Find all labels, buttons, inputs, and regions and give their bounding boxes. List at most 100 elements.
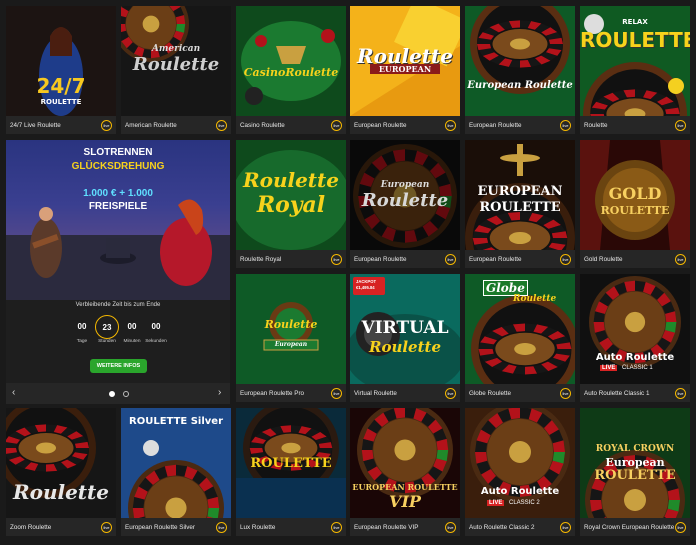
game-thumbnail[interactable]: Roulette European <box>236 274 346 384</box>
game-card[interactable]: American Roulette American Roulette live <box>121 6 231 134</box>
promo-offer-line2: FREISPIELE <box>88 201 148 212</box>
promo-image: SLOTRENNEN GLÜCKSDREHUNG 1.000 € + 1.000… <box>6 140 230 300</box>
game-info-bar: Royal Crown European Roulette live <box>580 518 690 536</box>
promo-title-line2: GLÜCKSDREHUNG <box>71 161 165 172</box>
demo-icon[interactable]: live <box>560 521 571 533</box>
game-card[interactable]: CasinoRoulette Casino Roulette live <box>236 6 346 134</box>
game-info-bar: Globe Roulette live <box>465 384 575 402</box>
game-thumbnail[interactable]: EUROPEAN ROULETTE VIP <box>350 408 460 518</box>
game-card[interactable]: 24/7 ROULETTE 24/7 Live Roulette live <box>6 6 116 134</box>
demo-icon[interactable]: live <box>331 253 342 265</box>
game-brand: RELAX <box>622 18 648 26</box>
demo-icon[interactable]: live <box>331 387 342 399</box>
game-subtitle: ROULETTE <box>600 204 670 217</box>
game-name: European Roulette VIP <box>354 523 419 531</box>
game-thumbnail[interactable]: 24/7 ROULETTE <box>6 6 116 116</box>
game-name: Lux Roulette <box>240 523 276 531</box>
demo-icon[interactable]: live <box>101 521 112 533</box>
demo-icon[interactable]: live <box>675 387 686 399</box>
game-card[interactable]: European Roulette European Roulette live <box>350 140 460 268</box>
demo-icon[interactable]: live <box>445 253 456 265</box>
game-name: Globe Roulette <box>469 389 512 397</box>
game-subtitle: Roulette <box>368 338 442 356</box>
demo-icon[interactable]: live <box>445 387 456 399</box>
game-card[interactable]: ROYAL CROWN European ROULETTE Royal Crow… <box>580 408 690 536</box>
game-title: ROULETTE <box>250 456 332 471</box>
game-name: Casino Roulette <box>240 121 285 129</box>
game-brand: ROYAL CROWN <box>595 444 675 454</box>
carousel-dot-1[interactable] <box>109 391 115 397</box>
more-info-button[interactable]: WEITERE INFOS <box>90 359 147 373</box>
countdown-seconds: 00 Sekunden <box>145 322 167 344</box>
game-thumbnail[interactable]: ROULETTE <box>236 408 346 518</box>
game-card[interactable]: Auto Roulette LIVE CLASSIC 1 Auto Roulet… <box>580 274 690 402</box>
carousel-dot-2[interactable] <box>123 391 129 397</box>
demo-icon[interactable]: live <box>216 119 227 131</box>
game-card[interactable]: EUROPEAN ROULETTE European Roulette live <box>465 140 575 268</box>
game-card[interactable]: JACKPOT €1,495.84 VIRTUAL Roulette Virtua… <box>350 274 460 402</box>
game-card[interactable]: RELAX ROULETTE Roulette live <box>580 6 690 134</box>
game-info-bar: Lux Roulette live <box>236 518 346 536</box>
demo-icon[interactable]: live <box>675 119 686 131</box>
game-info-bar: Auto Roulette Classic 2 live <box>465 518 575 536</box>
chevron-right-icon[interactable]: › <box>218 387 221 398</box>
demo-icon[interactable]: live <box>101 119 112 131</box>
game-name: European Roulette <box>354 121 407 129</box>
game-thumbnail[interactable]: Roulette Royal <box>236 140 346 250</box>
game-info-bar: Casino Roulette live <box>236 116 346 134</box>
game-thumbnail[interactable]: European Roulette <box>350 140 460 250</box>
game-subtitle: Roulette <box>132 54 220 75</box>
demo-icon[interactable]: live <box>560 253 571 265</box>
game-thumbnail[interactable]: ROULETTE Silver <box>121 408 231 518</box>
demo-icon[interactable]: live <box>445 521 456 533</box>
chevron-left-icon[interactable]: ‹ <box>12 387 15 398</box>
game-card[interactable]: EUROPEAN ROULETTE VIP European Roulette … <box>350 408 460 536</box>
game-card[interactable]: Globe Roulette Globe Roulette live <box>465 274 575 402</box>
game-name: European Roulette Silver <box>125 523 196 531</box>
game-title: Roulette <box>12 480 110 504</box>
demo-icon[interactable]: live <box>560 387 571 399</box>
promo-offer-line1: 1.000 € + 1.000 <box>83 188 153 199</box>
game-thumbnail[interactable]: RELAX ROULETTE <box>580 6 690 116</box>
demo-icon[interactable]: live <box>216 521 227 533</box>
game-thumbnail[interactable]: Roulette EUROPEAN <box>350 6 460 116</box>
jackpot-badge: JACKPOT €1,495.84 <box>353 277 385 295</box>
game-info-bar: Gold Roulette live <box>580 250 690 268</box>
game-thumbnail[interactable]: American Roulette <box>121 6 231 116</box>
game-thumbnail[interactable]: EUROPEAN ROULETTE <box>465 140 575 250</box>
demo-icon[interactable]: live <box>445 119 456 131</box>
game-card[interactable]: European Roulette European Roulette live <box>465 6 575 134</box>
demo-icon[interactable]: live <box>331 119 342 131</box>
demo-icon[interactable]: live <box>560 119 571 131</box>
countdown-minutes: 00 Minuten <box>123 322 141 344</box>
game-thumbnail[interactable]: GOLD ROULETTE <box>580 140 690 250</box>
game-thumbnail[interactable]: Globe Roulette <box>465 274 575 384</box>
game-thumbnail[interactable]: JACKPOT €1,495.84 VIRTUAL Roulette <box>350 274 460 384</box>
game-title: EUROPEAN ROULETTE <box>352 482 458 492</box>
game-subtitle: CLASSIC 1 <box>622 365 653 371</box>
game-subtitle: VIP <box>389 492 421 511</box>
demo-icon[interactable]: live <box>331 521 342 533</box>
game-card[interactable]: Roulette European European Roulette Pro … <box>236 274 346 402</box>
game-card[interactable]: ROULETTE Lux Roulette live <box>236 408 346 536</box>
demo-icon[interactable]: live <box>675 521 686 533</box>
game-name: Roulette Royal <box>240 255 282 263</box>
game-thumbnail[interactable]: Auto Roulette LIVE CLASSIC 2 <box>465 408 575 518</box>
game-card[interactable]: Roulette Zoom Roulette live <box>6 408 116 536</box>
promo-banner[interactable]: SLOTRENNEN GLÜCKSDREHUNG 1.000 € + 1.000… <box>6 140 230 404</box>
game-card[interactable]: GOLD ROULETTE Gold Roulette live <box>580 140 690 268</box>
promo-title-line1: SLOTRENNEN <box>83 147 153 158</box>
game-thumbnail[interactable]: Roulette <box>6 408 116 518</box>
demo-icon[interactable]: live <box>675 253 686 265</box>
game-thumbnail[interactable]: Auto Roulette LIVE CLASSIC 1 <box>580 274 690 384</box>
game-title: Roulette <box>264 318 318 331</box>
game-thumbnail[interactable]: ROYAL CROWN European ROULETTE <box>580 408 690 518</box>
game-card[interactable]: ROULETTE Silver European Roulette Silver… <box>121 408 231 536</box>
game-card[interactable]: Auto Roulette LIVE CLASSIC 2 Auto Roulet… <box>465 408 575 536</box>
game-card[interactable]: Roulette EUROPEAN European Roulette live <box>350 6 460 134</box>
game-thumbnail[interactable]: CasinoRoulette <box>236 6 346 116</box>
game-thumbnail[interactable]: European Roulette <box>465 6 575 116</box>
game-info-bar: European Roulette live <box>350 116 460 134</box>
game-card[interactable]: Roulette Royal Roulette Royal live <box>236 140 346 268</box>
live-badge: LIVE <box>600 365 618 371</box>
